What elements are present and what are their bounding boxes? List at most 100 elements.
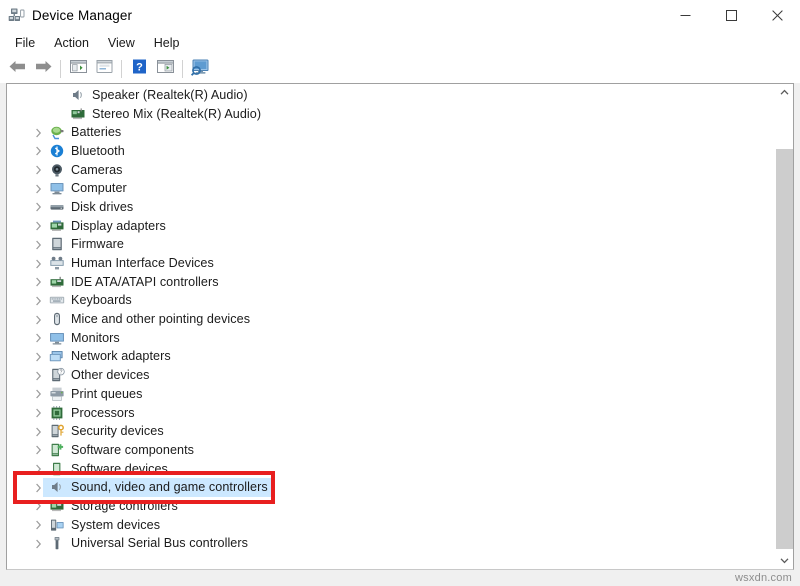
- tree-item[interactable]: Software devices: [7, 460, 776, 479]
- tree-item-label: Other devices: [71, 368, 150, 382]
- tree-item-content: Batteries: [43, 123, 124, 142]
- tree-item[interactable]: Human Interface Devices: [7, 254, 776, 273]
- vertical-scrollbar[interactable]: [775, 84, 793, 569]
- tree-item[interactable]: Cameras: [7, 161, 776, 180]
- hid-icon: [49, 255, 65, 271]
- tree-item[interactable]: Monitors: [7, 329, 776, 348]
- tree-item-label: Disk drives: [71, 200, 133, 214]
- scroll-track[interactable]: [776, 101, 793, 552]
- tree-item-label: Software devices: [71, 462, 168, 476]
- firmware-icon: [49, 236, 65, 252]
- menu-file[interactable]: File: [6, 34, 44, 52]
- tree-item-content: Universal Serial Bus controllers: [43, 534, 251, 553]
- tree-item-label: Stereo Mix (Realtek(R) Audio): [92, 107, 261, 121]
- tree-item[interactable]: ? Other devices: [7, 366, 776, 385]
- tree-item[interactable]: IDE ATA/ATAPI controllers: [7, 273, 776, 292]
- tree-item-content: IDE ATA/ATAPI controllers: [43, 273, 222, 292]
- tree-item-label: Keyboards: [71, 293, 132, 307]
- menu-help[interactable]: Help: [145, 34, 189, 52]
- tree-item-label: Human Interface Devices: [71, 256, 214, 270]
- bluetooth-icon: [49, 143, 65, 159]
- tree-item[interactable]: Software components: [7, 441, 776, 460]
- tree-item[interactable]: Bluetooth: [7, 142, 776, 161]
- tree-item-label: Software components: [71, 443, 194, 457]
- tree-item-content: Speaker (Realtek(R) Audio): [64, 86, 251, 105]
- minimize-button[interactable]: [662, 0, 708, 31]
- tree-item[interactable]: Computer: [7, 179, 776, 198]
- computer-icon: [49, 180, 65, 196]
- ide-controller-icon: [49, 274, 65, 290]
- chevron-down-icon: [780, 557, 789, 564]
- security-device-icon: [49, 423, 65, 439]
- tree-item[interactable]: Mice and other pointing devices: [7, 310, 776, 329]
- tree-item-label: Firmware: [71, 237, 124, 251]
- help-button[interactable]: ?: [126, 57, 152, 81]
- tree-item[interactable]: Keyboards: [7, 292, 776, 311]
- tree-item-label: Speaker (Realtek(R) Audio): [92, 88, 248, 102]
- back-button[interactable]: [4, 57, 30, 81]
- tree-item-content: Monitors: [43, 329, 123, 348]
- scan-hardware-icon: [190, 58, 211, 81]
- properties-button[interactable]: [91, 57, 117, 81]
- tree-item[interactable]: Display adapters: [7, 217, 776, 236]
- tree-item[interactable]: Speaker (Realtek(R) Audio): [7, 86, 776, 105]
- tree-item-content: Stereo Mix (Realtek(R) Audio): [64, 105, 264, 124]
- tree-item-content: Bluetooth: [43, 142, 128, 161]
- tree-item-content: Mice and other pointing devices: [43, 310, 253, 329]
- scroll-down-button[interactable]: [776, 552, 793, 569]
- tree-item[interactable]: Stereo Mix (Realtek(R) Audio): [7, 105, 776, 124]
- maximize-button[interactable]: [708, 0, 754, 31]
- disk-drive-icon: [49, 199, 65, 215]
- show-hide-console-tree-button[interactable]: [65, 57, 91, 81]
- close-button[interactable]: [754, 0, 800, 31]
- tree-item[interactable]: System devices: [7, 516, 776, 535]
- tree-item-label: Mice and other pointing devices: [71, 312, 250, 326]
- tree-item-content: Computer: [43, 179, 130, 198]
- tree-item[interactable]: Print queues: [7, 385, 776, 404]
- speaker-icon: [49, 479, 65, 495]
- tree-item[interactable]: Batteries: [7, 123, 776, 142]
- scan-for-hardware-changes-button[interactable]: [187, 57, 213, 81]
- tree-item[interactable]: Network adapters: [7, 348, 776, 367]
- window-controls: [662, 0, 800, 31]
- svg-text:?: ?: [136, 61, 143, 73]
- mouse-icon: [49, 311, 65, 327]
- printer-icon: [49, 386, 65, 402]
- tree-item-content: Disk drives: [43, 198, 136, 217]
- tree-item[interactable]: Sound, video and game controllers: [7, 478, 776, 497]
- menu-view[interactable]: View: [99, 34, 144, 52]
- speaker-icon: [70, 87, 86, 103]
- tree-item-content: ? Other devices: [43, 366, 153, 385]
- tree-item[interactable]: Security devices: [7, 422, 776, 441]
- device-tree[interactable]: Speaker (Realtek(R) Audio) Stereo Mix (Re…: [7, 86, 776, 569]
- tree-item[interactable]: Universal Serial Bus controllers: [7, 535, 776, 554]
- tree-item-label: System devices: [71, 518, 160, 532]
- tree-item-label: Computer: [71, 181, 127, 195]
- forward-button[interactable]: [30, 57, 56, 81]
- device-manager-icon: [8, 7, 25, 24]
- toolbar-separator-1: [60, 60, 61, 78]
- tree-item-content: Keyboards: [43, 291, 135, 310]
- tree-item[interactable]: Processors: [7, 404, 776, 423]
- device-tree-frame: Speaker (Realtek(R) Audio) Stereo Mix (Re…: [6, 83, 794, 570]
- update-driver-button[interactable]: [152, 57, 178, 81]
- software-component-icon: [49, 442, 65, 458]
- sound-card-icon: [70, 106, 86, 122]
- tree-item-label: Universal Serial Bus controllers: [71, 536, 248, 550]
- tree-item[interactable]: Disk drives: [7, 198, 776, 217]
- toolbar-separator-2: [121, 60, 122, 78]
- scroll-thumb[interactable]: [776, 149, 793, 549]
- tree-item-content: Processors: [43, 404, 138, 423]
- tree-item-label: Storage controllers: [71, 499, 178, 513]
- menu-action[interactable]: Action: [45, 34, 98, 52]
- title-bar: Device Manager: [0, 0, 800, 31]
- window-title: Device Manager: [32, 8, 132, 23]
- scroll-up-button[interactable]: [776, 84, 793, 101]
- tree-item[interactable]: Storage controllers: [7, 497, 776, 516]
- properties-icon: [95, 58, 114, 80]
- software-device-icon: [49, 461, 65, 477]
- usb-icon: [49, 535, 65, 551]
- tree-item[interactable]: Firmware: [7, 236, 776, 255]
- svg-text:?: ?: [60, 370, 63, 376]
- toolbar: ?: [0, 55, 800, 83]
